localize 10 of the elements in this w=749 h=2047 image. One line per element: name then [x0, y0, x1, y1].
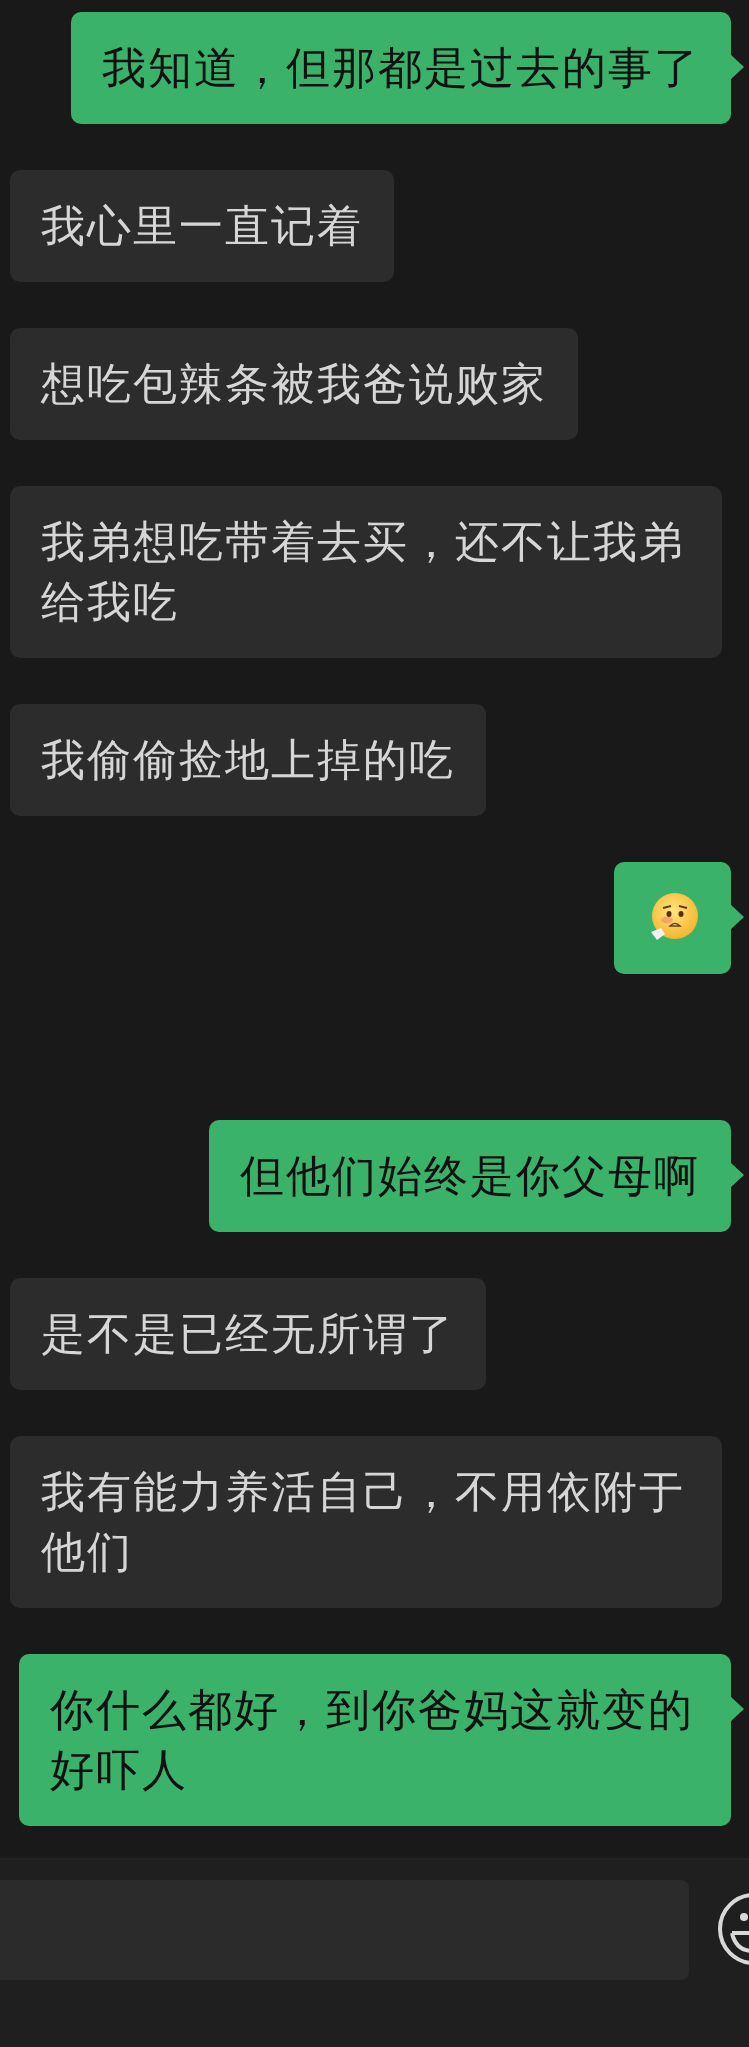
message-text: 想吃包辣条被我爸说败家 — [41, 358, 547, 409]
message-text: 我弟想吃带着去买，还不让我弟给我吃 — [41, 516, 685, 627]
message-text: 我偷偷捡地上掉的吃 — [41, 734, 455, 785]
message-text: 我知道，但那都是过去的事了 — [102, 42, 700, 93]
message-text: 你什么都好，到你爸妈这就变的好吓人 — [50, 1684, 694, 1795]
message-text: 我心里一直记着 — [41, 200, 363, 251]
message-text: 但他们始终是你父母啊 — [240, 1150, 700, 1201]
smiley-icon[interactable] — [716, 1891, 749, 1967]
message-text: 是不是已经无所谓了 — [41, 1308, 455, 1359]
message-text: 我有能力养活自己，不用依附于他们 — [41, 1466, 685, 1577]
